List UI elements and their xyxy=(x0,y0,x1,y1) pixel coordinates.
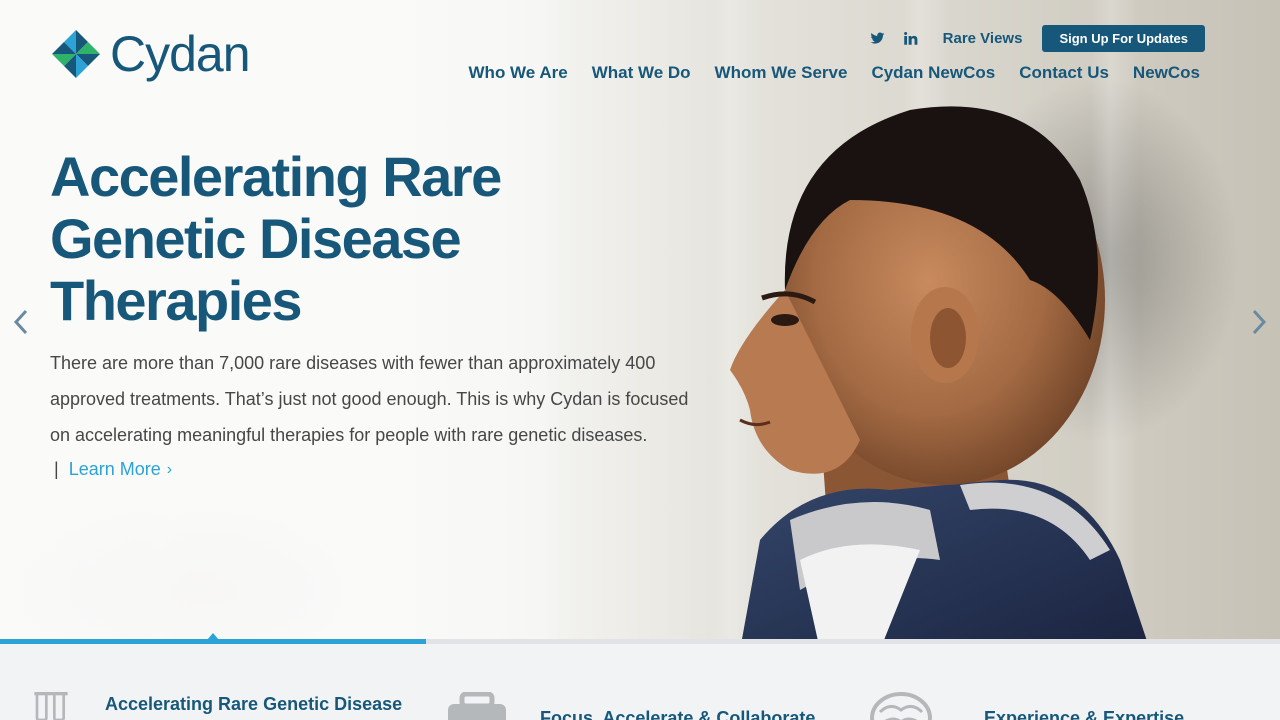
feature-item[interactable]: Experience & Expertise xyxy=(870,692,1184,720)
twitter-icon[interactable] xyxy=(864,24,892,52)
brain-icon xyxy=(870,692,932,720)
chevron-right-icon: › xyxy=(166,460,173,478)
main-nav: Who We Are What We Do Whom We Serve Cyda… xyxy=(469,63,1200,83)
chevron-right-icon xyxy=(1252,309,1267,335)
slider-prev-arrow[interactable] xyxy=(8,306,34,338)
test-tubes-icon xyxy=(34,692,68,720)
logo-wordmark: Cydan xyxy=(110,26,251,82)
feature-title: Accelerating Rare Genetic Disease xyxy=(105,694,403,714)
feature-title: Focus, Accelerate & Collaborate xyxy=(540,708,816,720)
learn-more-link[interactable]: Learn More xyxy=(69,459,161,480)
chevron-left-icon xyxy=(13,309,28,335)
slider-progress-marker xyxy=(207,633,219,640)
feature-title: Experience & Expertise xyxy=(984,708,1185,720)
utility-bar: Rare Views Sign Up For Updates xyxy=(859,24,1205,52)
nav-who-we-are[interactable]: Who We Are xyxy=(469,63,568,83)
rare-views-link[interactable]: Rare Views xyxy=(943,30,1023,47)
feature-item[interactable]: Focus, Accelerate & Collaborate xyxy=(446,692,815,720)
briefcase-icon xyxy=(448,692,506,720)
nav-what-we-do[interactable]: What We Do xyxy=(592,63,691,83)
nav-contact-us[interactable]: Contact Us xyxy=(1019,63,1109,83)
pinwheel-logo-icon xyxy=(52,30,100,78)
slider-next-arrow[interactable] xyxy=(1246,306,1272,338)
nav-newcos[interactable]: NewCos xyxy=(1133,63,1200,83)
features-strip: Accelerating Rare Genetic Disease Focus,… xyxy=(0,644,1280,720)
linkedin-icon[interactable] xyxy=(897,24,925,52)
hero-photo-boy xyxy=(730,106,1147,640)
hero-description: There are more than 7,000 rare diseases … xyxy=(50,353,689,445)
nav-cydan-newcos[interactable]: Cydan NewCos xyxy=(871,63,995,83)
feature-item[interactable]: Accelerating Rare Genetic Disease xyxy=(28,692,402,720)
cydan-logo[interactable]: Cydan xyxy=(50,26,251,82)
hero-headline: Accelerating Rare Genetic Disease Therap… xyxy=(50,145,502,332)
separator-pipe: | xyxy=(54,459,59,479)
learn-more-row: | Learn More › xyxy=(50,459,172,480)
sign-up-button[interactable]: Sign Up For Updates xyxy=(1042,24,1205,52)
nav-whom-we-serve[interactable]: Whom We Serve xyxy=(715,63,848,83)
